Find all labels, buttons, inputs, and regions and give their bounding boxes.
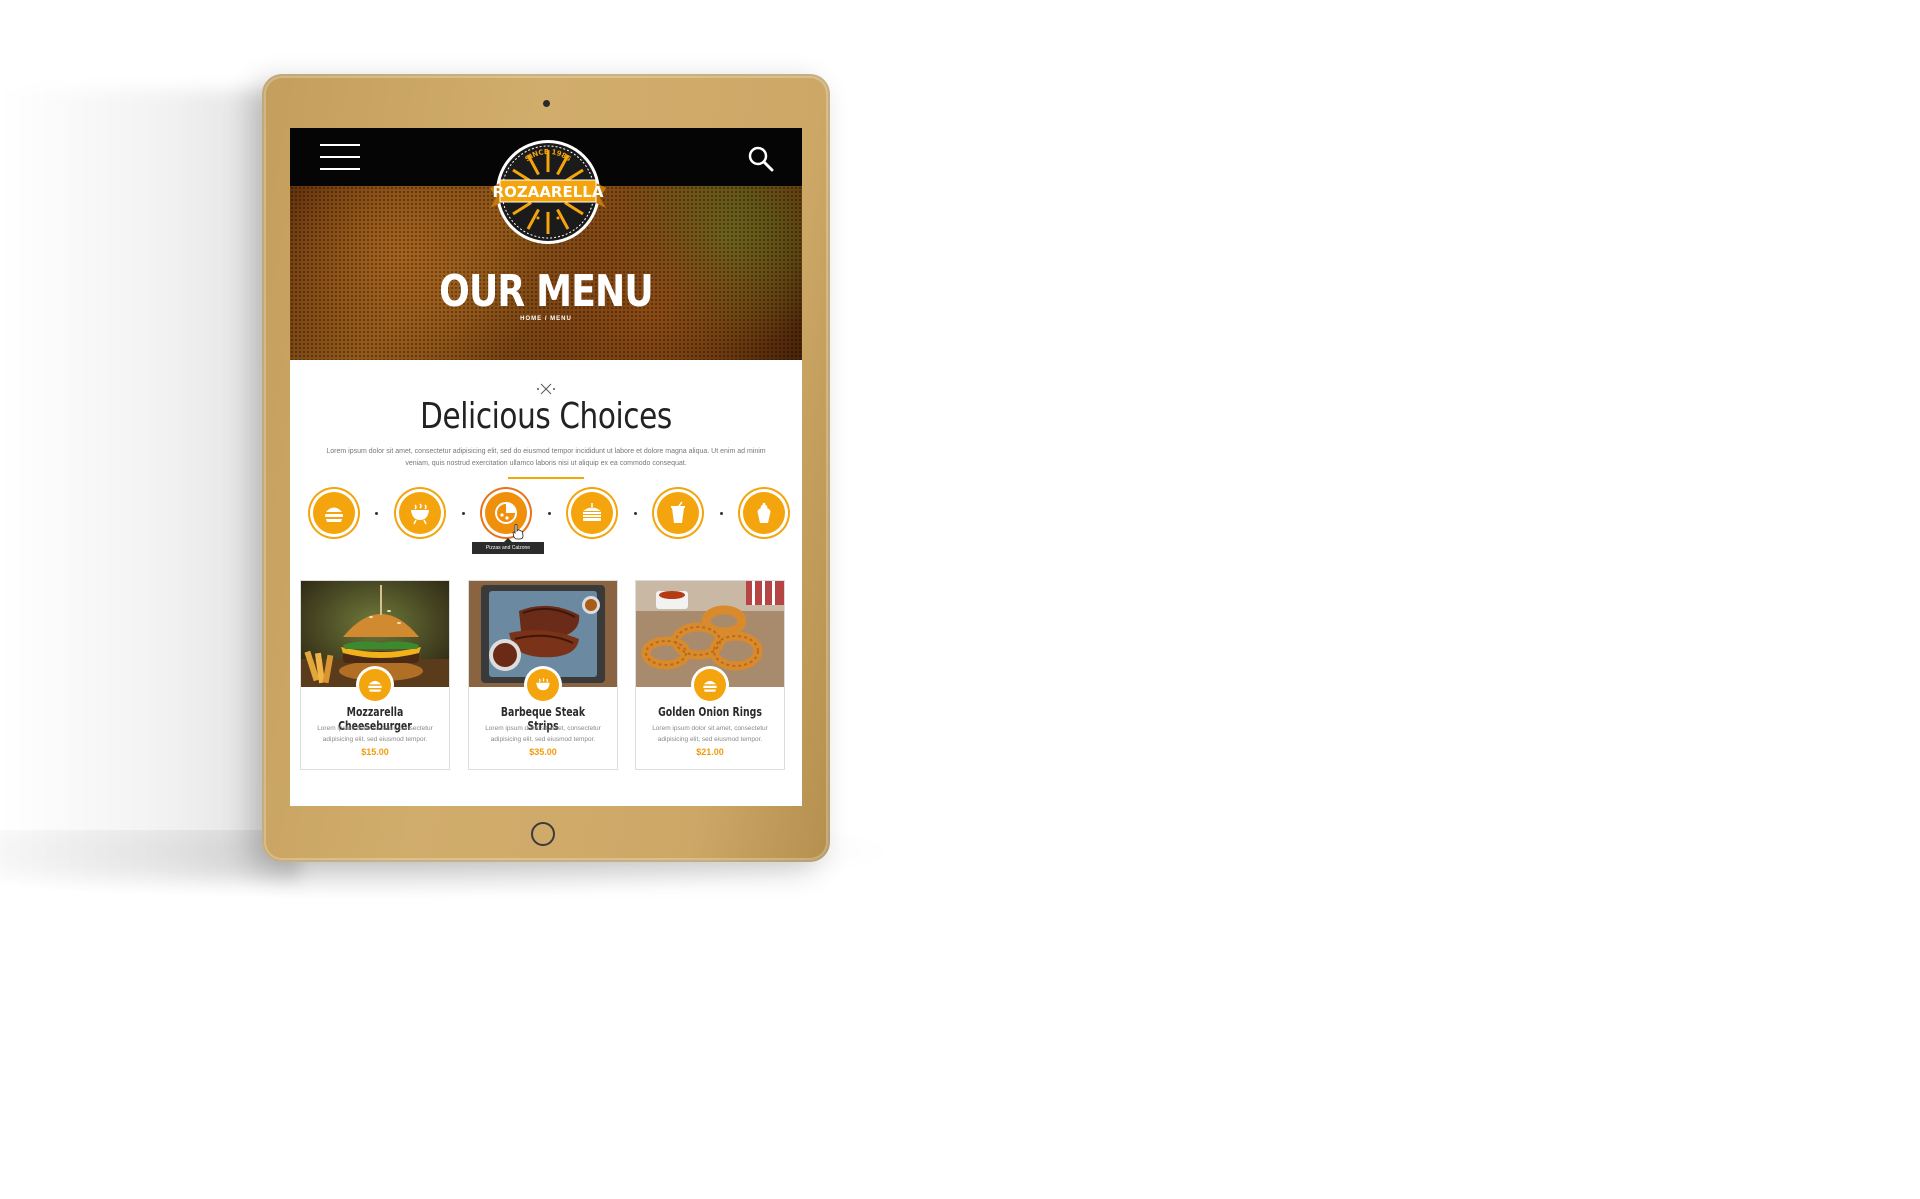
category-grill-button[interactable] [399,492,441,534]
category-drink-button[interactable] [657,492,699,534]
logo-name: ROZAARELLA [493,183,604,201]
item-category-badge [359,669,391,701]
search-icon[interactable] [746,144,776,174]
menu-item-card[interactable]: Golden Onion Rings Lorem ipsum dolor sit… [635,580,785,770]
tablet-screen: OUR MENU HOME / MENU SINCE 1985 ROZAAREL… [290,128,802,806]
burger-icon [325,507,343,522]
item-description: Lorem ipsum dolor sit amet, consectetur … [485,725,601,743]
item-category-badge [527,669,559,701]
separator-dot [548,512,551,515]
tablet-device: OUR MENU HOME / MENU SINCE 1985 ROZAAREL… [262,74,830,862]
sandwich-icon [583,503,601,521]
wall-shadow [0,90,300,880]
pizza-icon [495,502,517,524]
separator-dot [634,512,637,515]
separator-dot [720,512,723,515]
grill-icon [536,677,550,691]
item-name: Golden Onion Rings [658,705,762,719]
drink-icon [671,501,685,523]
item-description: Lorem ipsum dolor sit amet, consectetur … [652,725,768,743]
separator-dot [462,512,465,515]
burger-icon [368,680,382,692]
camera-dot [543,100,550,107]
dessert-icon [757,502,771,523]
menu-item-card[interactable]: Barbeque Steak Strips Lorem ipsum dolor … [468,580,618,770]
ornament-icon [536,382,556,395]
brand-logo[interactable]: SINCE 1985 ROZAARELLA [486,138,610,256]
burger-icon [703,680,717,692]
category-burger-button[interactable] [313,492,355,534]
item-price: $35.00 [529,747,557,757]
item-category-badge [694,669,726,701]
section-divider [508,477,584,479]
menu-item-card[interactable]: Mozzarella Cheeseburger Lorem ipsum dolo… [300,580,450,770]
category-tooltip: Pizzas and Calzone [472,538,544,554]
item-price: $15.00 [361,747,389,757]
separator-dot [375,512,378,515]
section-title: Delicious Choices [420,396,672,437]
hand-cursor-icon [512,524,524,540]
page-title: OUR MENU [439,266,654,317]
category-dessert-button[interactable] [743,492,785,534]
category-sandwich-button[interactable] [571,492,613,534]
home-button[interactable] [531,822,555,846]
section-description: Lorem ipsum dolor sit amet, consectetur … [326,448,766,467]
item-price: $21.00 [696,747,724,757]
menu-icon[interactable] [320,144,360,172]
grill-icon [411,503,429,525]
breadcrumb: HOME / MENU [520,316,572,322]
item-description: Lorem ipsum dolor sit amet, consectetur … [317,725,433,743]
